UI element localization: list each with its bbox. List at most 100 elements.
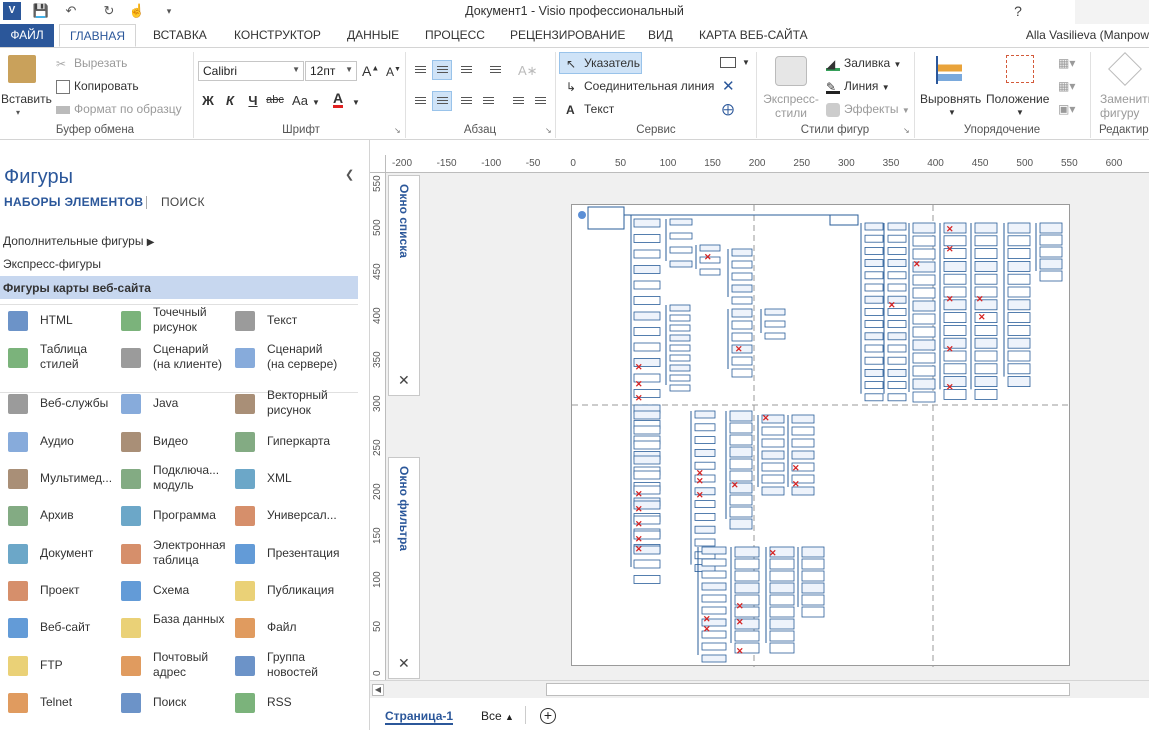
shape-search[interactable]: Поиск	[117, 684, 229, 722]
copy-button[interactable]: Копировать	[56, 79, 139, 94]
shape-client-script[interactable]: Сценарий (на клиенте)	[117, 339, 229, 377]
paste-dropdown-icon[interactable]: ▾	[16, 108, 20, 117]
dialog-launcher-icon[interactable]: ↘	[903, 126, 910, 135]
collapse-pane-icon[interactable]: ❮	[345, 168, 354, 181]
shape-html[interactable]: HTML	[4, 302, 116, 340]
tab-file[interactable]: ФАЙЛ	[0, 24, 54, 47]
shrink-font-icon[interactable]: A▼	[386, 65, 401, 79]
position-button[interactable]: Положение	[986, 92, 1049, 106]
paste-button[interactable]: Вставить	[1, 92, 52, 106]
shape-spreadsheet[interactable]: Электронная таблица	[117, 535, 229, 573]
shape-bitmap[interactable]: Точечный рисунок	[117, 302, 229, 340]
cut-button[interactable]: ✂ Вырезать	[56, 56, 127, 71]
shape-presentation[interactable]: Презентация	[231, 535, 343, 573]
shape-file[interactable]: Файл	[231, 609, 343, 647]
change-case-button[interactable]: Аа	[288, 93, 312, 108]
chevron-down-icon[interactable]: ▼	[742, 58, 750, 67]
font-name-combo[interactable]: Calibri ▼	[198, 61, 304, 81]
shape-program[interactable]: Программа	[117, 497, 229, 535]
shape-vector[interactable]: Векторный рисунок	[231, 385, 343, 423]
shape-mailbox[interactable]: Почтовый адрес	[117, 647, 229, 685]
all-pages-button[interactable]: Все ▲	[481, 709, 514, 723]
close-x-icon[interactable]: ✕	[722, 77, 735, 95]
shape-telnet[interactable]: Telnet	[4, 684, 116, 722]
dialog-launcher-icon[interactable]: ↘	[545, 126, 552, 135]
align-center-button[interactable]	[432, 91, 452, 111]
fill-button[interactable]: ◢ Заливка ▼	[826, 56, 901, 71]
stencil-more-shapes[interactable]: Дополнительные фигуры ▶	[3, 234, 155, 248]
align-bottom-button[interactable]	[456, 60, 476, 80]
shape-java[interactable]: Java	[117, 385, 229, 423]
change-shape-button[interactable]: Заменить фигуру	[1100, 92, 1149, 120]
close-icon[interactable]: ✕	[398, 372, 410, 389]
scrollbar-thumb[interactable]	[546, 683, 1070, 696]
dialog-launcher-icon[interactable]: ↘	[394, 126, 401, 135]
shape-text[interactable]: Текст	[231, 302, 343, 340]
tab-stencils[interactable]: НАБОРЫ ЭЛЕМЕНТОВ	[4, 195, 143, 209]
shape-publication[interactable]: Публикация	[231, 572, 343, 610]
align-right-button[interactable]	[456, 91, 476, 111]
italic-button[interactable]: К	[221, 93, 239, 108]
shape-database[interactable]: База данных	[117, 609, 229, 647]
shape-archive[interactable]: Архив	[4, 497, 116, 535]
horizontal-scrollbar[interactable]: ◀	[370, 680, 1149, 698]
drawing-page[interactable]: ✕ ✕ ✕ ✕ ✕ ✕ ✕ ✕ ✕ ✕ ✕ ✕ ✕ ✕ ✕ ✕ ✕ ✕ ✕ ✕ ✕ ✕ ✕ ✕ ✕ ✕ ✕ ✕ ✕ ✕ ✕ ✕	[571, 204, 1071, 667]
add-page-icon[interactable]: +	[540, 708, 556, 724]
grow-font-icon[interactable]: A▲	[362, 63, 379, 79]
connector-tool-button[interactable]: ↳ Соединительная линия	[566, 79, 714, 94]
quick-styles-icon[interactable]	[775, 56, 807, 86]
shape-multimedia[interactable]: Мультимед...	[4, 460, 116, 498]
strikethrough-button[interactable]: abc	[263, 94, 287, 106]
website-map-diagram[interactable]: ✕✕✕✕✕✕✕✕✕✕✕✕✕✕✕✕✕✕✕✕✕✕ ✕✕✕✕✕✕✕✕✕✕	[572, 205, 1071, 667]
shape-rss[interactable]: RSS	[231, 684, 343, 722]
stencil-website-map-shapes[interactable]: Фигуры карты веб-сайта	[0, 276, 358, 299]
format-painter-button[interactable]: Формат по образцу	[56, 102, 182, 116]
shape-web-services[interactable]: Веб-службы	[4, 385, 116, 423]
bring-forward-icon[interactable]: ▦▾	[1058, 56, 1075, 70]
shape-hypermap[interactable]: Гиперкарта	[231, 423, 343, 461]
group-icon[interactable]: ▣▾	[1058, 102, 1075, 116]
underline-button[interactable]: Ч	[244, 93, 262, 108]
bullets-button[interactable]	[485, 60, 505, 80]
shape-audio[interactable]: Аудио	[4, 423, 116, 461]
tab-insert[interactable]: ВСТАВКА	[153, 24, 207, 47]
send-backward-icon[interactable]: ▦▾	[1058, 79, 1075, 93]
chevron-down-icon[interactable]: ▼	[352, 98, 360, 107]
justify-button[interactable]	[478, 91, 498, 111]
window-controls[interactable]	[1075, 0, 1149, 24]
close-icon[interactable]: ✕	[398, 655, 410, 672]
align-top-button[interactable]	[410, 60, 430, 80]
increase-indent-button[interactable]	[530, 91, 550, 111]
bold-button[interactable]: Ж	[199, 93, 217, 108]
font-color-icon[interactable]: A	[333, 91, 344, 108]
stencil-quick-shapes[interactable]: Экспресс-фигуры	[3, 257, 101, 271]
shape-plugin[interactable]: Подключа... модуль	[117, 460, 229, 498]
tab-search[interactable]: ПОИСК	[161, 195, 205, 209]
shape-newsgroup[interactable]: Группа новостей	[231, 647, 343, 685]
user-name[interactable]: Alla Vasilieva (Manpow	[1026, 24, 1149, 47]
shape-video[interactable]: Видео	[117, 423, 229, 461]
shape-xml[interactable]: XML	[231, 460, 343, 498]
chevron-down-icon[interactable]: ▼	[948, 108, 956, 117]
chevron-down-icon[interactable]: ▼	[1016, 108, 1024, 117]
list-window-panel[interactable]: Окно списка ✕	[388, 175, 420, 396]
decrease-indent-button[interactable]	[508, 91, 528, 111]
tab-website-map[interactable]: КАРТА ВЕБ-САЙТА	[699, 24, 808, 47]
effects-button[interactable]: Эффекты ▼	[826, 102, 910, 117]
tab-review[interactable]: РЕЦЕНЗИРОВАНИЕ	[510, 24, 625, 47]
rectangle-icon[interactable]	[720, 57, 736, 68]
font-size-combo[interactable]: 12пт ▼	[305, 61, 357, 81]
tab-design[interactable]: КОНСТРУКТОР	[234, 24, 321, 47]
tab-home[interactable]: ГЛАВНАЯ	[59, 24, 136, 47]
help-icon[interactable]: ?	[1000, 0, 1036, 24]
shape-schema[interactable]: Схема	[117, 572, 229, 610]
connection-point-icon[interactable]: ⨁	[722, 102, 734, 116]
shape-ftp[interactable]: FTP	[4, 647, 116, 685]
quick-styles-button[interactable]: Экспресс-стили	[761, 92, 821, 120]
tab-data[interactable]: ДАННЫЕ	[347, 24, 399, 47]
shape-universal[interactable]: Универсал...	[231, 497, 343, 535]
pointer-tool-button[interactable]: ↖ Указатель	[566, 56, 640, 71]
tab-view[interactable]: ВИД	[648, 24, 673, 47]
text-direction-icon[interactable]: A∗	[518, 63, 538, 79]
page-tab-1[interactable]: Страница-1	[385, 709, 454, 725]
